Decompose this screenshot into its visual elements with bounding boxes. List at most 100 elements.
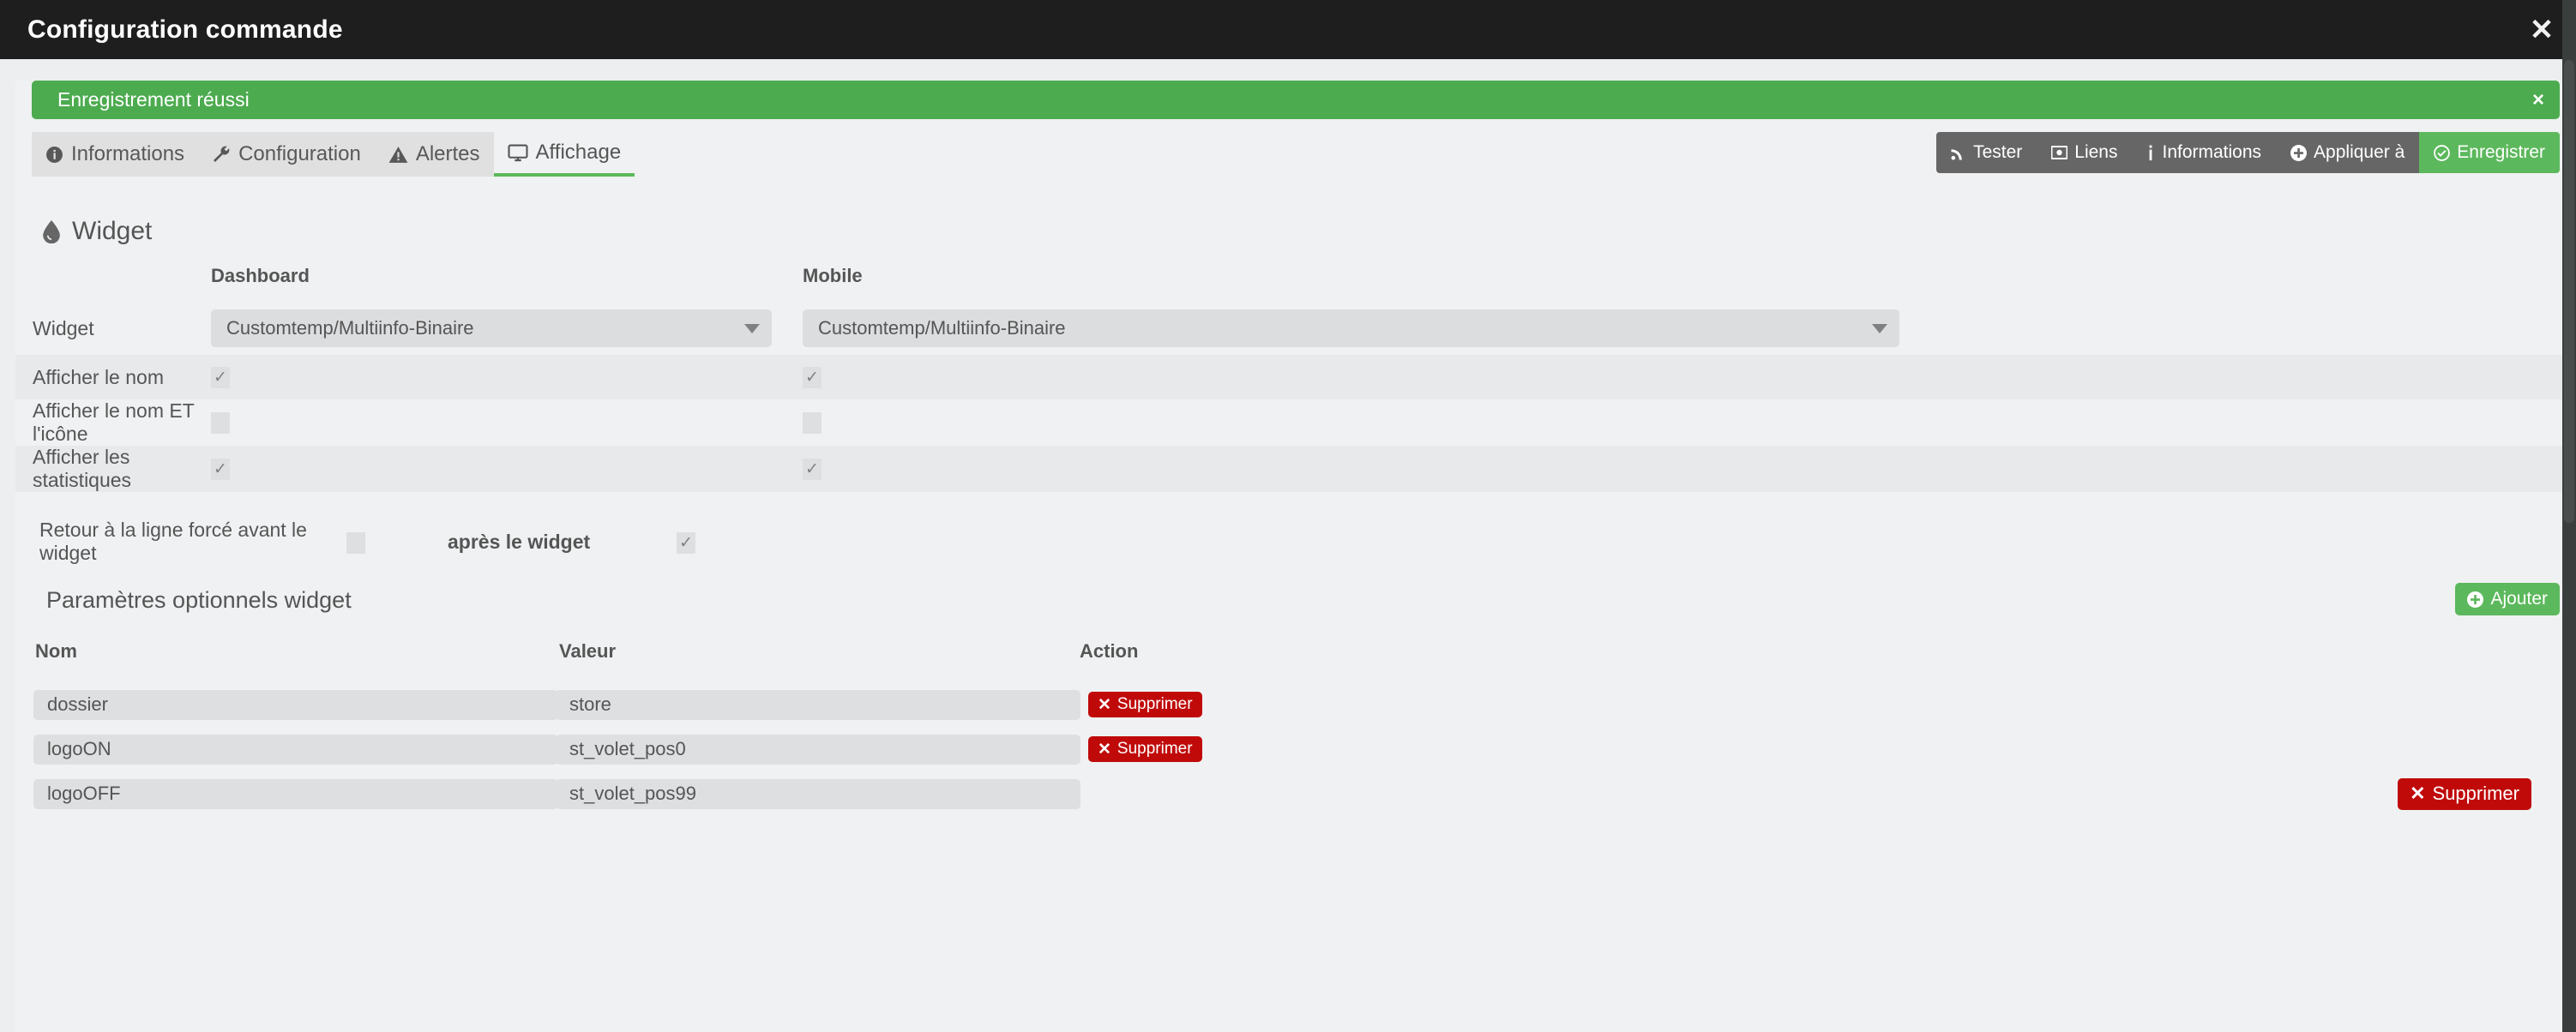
x-icon: ✕ — [1098, 695, 1111, 714]
tab-label: Informations — [71, 142, 185, 165]
row-label: Afficher les statistiques — [33, 446, 132, 491]
checkbox-show-name-icon-mobile[interactable] — [803, 411, 822, 434]
button-label: Enregistrer — [2457, 142, 2545, 162]
tab-label: Affichage — [535, 141, 622, 164]
info-circle-icon — [45, 146, 63, 164]
widget-settings-grid: Dashboard Mobile Widget Customtemp/Multi… — [15, 265, 2576, 573]
line-break-before-label: Retour à la ligne forcé avant le widget — [39, 519, 307, 564]
widget-mobile-select[interactable]: Customtemp/Multiinfo-Binaire — [803, 309, 1899, 347]
info-icon — [2146, 145, 2155, 161]
save-button[interactable]: Enregistrer — [2419, 132, 2560, 173]
check-icon: ✓ — [214, 459, 227, 478]
links-button[interactable]: Liens — [2037, 132, 2133, 173]
line-break-row: Retour à la ligne forcé avant le widget … — [15, 511, 2576, 573]
close-icon[interactable]: ✕ — [2525, 13, 2559, 47]
vertical-scrollbar[interactable] — [2562, 0, 2576, 1032]
tab-informations[interactable]: Informations — [32, 132, 199, 177]
column-header-mobile: Mobile — [803, 265, 863, 286]
optional-params-table: Nom Valeur Action dossier store ✕ Suppri… — [15, 633, 2576, 810]
success-alert: Enregistrement réussi × — [32, 81, 2560, 119]
tab-label: Alertes — [415, 142, 480, 165]
tabs-toolbar-row: Informations Configuration Alertes Affic… — [15, 132, 2576, 177]
rss-icon — [1951, 145, 1966, 160]
tab-label: Configuration — [238, 142, 361, 165]
alert-message: Enregistrement réussi — [57, 88, 250, 111]
wrench-icon — [212, 145, 231, 164]
x-icon: ✕ — [1098, 740, 1111, 759]
row-label: Widget — [33, 316, 94, 339]
informations-button[interactable]: Informations — [2132, 132, 2277, 173]
table-row: logoON st_volet_pos0 ✕ Supprimer — [15, 734, 2576, 765]
plus-circle-icon — [2290, 144, 2308, 161]
checkbox-show-name-mobile[interactable]: ✓ — [803, 366, 822, 388]
checkbox-show-stats-dashboard[interactable]: ✓ — [211, 458, 230, 480]
table-row: logoOFF st_volet_pos99 ✕ Supprimer — [15, 777, 2576, 810]
checkbox-line-break-after[interactable]: ✓ — [677, 531, 695, 554]
toolbar-actions: Tester Liens Informations Appliquer à En… — [1936, 132, 2560, 173]
widget-row-show-stats: Afficher les statistiques ✓ ✓ — [15, 446, 2576, 492]
x-icon: ✕ — [2410, 783, 2426, 804]
page-title: Configuration commande — [27, 15, 343, 44]
button-label: Tester — [1973, 142, 2023, 162]
button-label: Informations — [2162, 142, 2262, 162]
optional-params-title: Paramètres optionnels widget — [46, 586, 352, 613]
button-label: Appliquer à — [2314, 142, 2405, 162]
chevron-down-icon — [1872, 323, 1887, 333]
widget-row-select: Widget Customtemp/Multiinfo-Binaire Cust… — [15, 302, 2576, 355]
table-row: dossier store ✕ Supprimer — [15, 689, 2576, 720]
section-title-label: Widget — [72, 217, 153, 245]
table-header-row: Nom Valeur Action — [15, 633, 2576, 670]
widget-row-show-name-and-icon: Afficher le nom ET l'icône — [15, 399, 2576, 446]
column-header-action: Action — [1080, 640, 1139, 662]
select-value: Customtemp/Multiinfo-Binaire — [226, 317, 474, 339]
alert-close-icon[interactable]: × — [2532, 89, 2544, 111]
scrollbar-thumb[interactable] — [2564, 60, 2574, 523]
check-icon: ✓ — [805, 459, 819, 478]
add-parameter-button[interactable]: Ajouter — [2455, 583, 2560, 615]
param-value-input[interactable]: st_volet_pos99 — [556, 778, 1080, 809]
check-circle-icon — [2434, 144, 2451, 161]
checkbox-show-name-dashboard[interactable]: ✓ — [211, 366, 230, 388]
param-name-input[interactable]: logoOFF — [33, 778, 558, 809]
content-area: Enregistrement réussi × Informations Con… — [15, 81, 2576, 1032]
plus-circle-icon — [2467, 591, 2484, 608]
tint-drop-icon — [43, 219, 60, 243]
tab-affichage[interactable]: Affichage — [493, 132, 635, 177]
button-label: Liens — [2074, 142, 2118, 162]
apply-to-button[interactable]: Appliquer à — [2276, 132, 2420, 173]
warning-triangle-icon — [388, 146, 408, 164]
delete-parameter-button[interactable]: ✕ Supprimer — [2398, 777, 2531, 810]
column-header-dashboard: Dashboard — [211, 265, 310, 286]
check-icon: ✓ — [214, 368, 227, 387]
row-label: Afficher le nom — [33, 365, 164, 388]
desktop-icon — [507, 144, 528, 162]
tab-bar: Informations Configuration Alertes Affic… — [32, 132, 635, 177]
chevron-down-icon — [744, 323, 760, 333]
line-break-after-label: après le widget — [448, 530, 591, 553]
widget-section-title: Widget — [43, 217, 2576, 246]
param-name-input[interactable]: dossier — [33, 689, 558, 720]
tab-configuration[interactable]: Configuration — [198, 132, 375, 177]
delete-parameter-button[interactable]: ✕ Supprimer — [1088, 692, 1202, 717]
param-value-input[interactable]: store — [556, 689, 1080, 720]
param-value-input[interactable]: st_volet_pos0 — [556, 734, 1080, 765]
delete-parameter-button[interactable]: ✕ Supprimer — [1088, 736, 1202, 762]
test-button[interactable]: Tester — [1936, 132, 2037, 173]
page-body: Enregistrement réussi × Informations Con… — [0, 59, 2576, 1032]
button-label: Supprimer — [2432, 783, 2519, 804]
check-icon: ✓ — [805, 368, 819, 387]
image-icon — [2051, 145, 2068, 160]
checkbox-show-name-icon-dashboard[interactable] — [211, 411, 230, 434]
widget-row-show-name: Afficher le nom ✓ ✓ — [15, 355, 2576, 399]
widget-grid-header: Dashboard Mobile — [15, 265, 2576, 302]
widget-dashboard-select[interactable]: Customtemp/Multiinfo-Binaire — [211, 309, 772, 347]
select-value: Customtemp/Multiinfo-Binaire — [818, 317, 1066, 339]
optional-params-header: Paramètres optionnels widget Ajouter — [15, 573, 2576, 627]
param-name-input[interactable]: logoON — [33, 734, 558, 765]
checkbox-show-stats-mobile[interactable]: ✓ — [803, 458, 822, 480]
check-icon: ✓ — [679, 533, 693, 552]
checkbox-line-break-before[interactable] — [346, 531, 365, 554]
window-title-bar: Configuration commande ✕ — [0, 0, 2576, 59]
button-label: Supprimer — [1116, 740, 1193, 758]
tab-alertes[interactable]: Alertes — [374, 132, 494, 177]
